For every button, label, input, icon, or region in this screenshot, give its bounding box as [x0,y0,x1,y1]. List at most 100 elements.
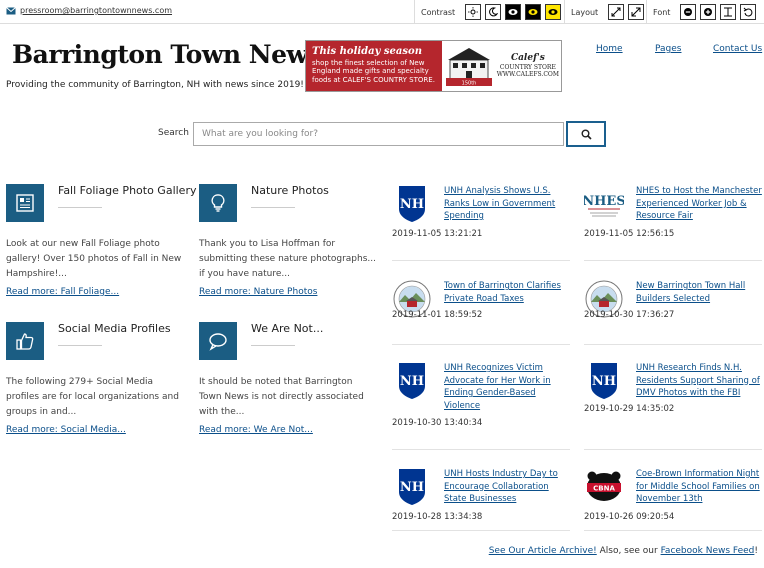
news-title-link[interactable]: Coe-Brown Information Night for Middle S… [636,469,760,504]
font-controls: Font [646,0,757,24]
contrast-night-button[interactable] [485,4,502,20]
news-item: CBNA Coe-Brown Information Night for Mid… [584,468,762,543]
eye-icon [508,9,518,15]
news-item: Town of Barrington Clarifies Private Roa… [392,280,570,355]
feature-icon-box[interactable] [199,184,237,222]
search-input[interactable] [193,122,564,146]
news-date: 2019-10-30 17:36:27 [584,310,675,320]
news-title-link[interactable]: NHES to Host the Manchester Experienced … [636,186,762,221]
feature-social-media: Social Media Profiles The following 279+… [6,322,186,442]
feature-description: Look at our new Fall Foliage photo galle… [6,239,182,279]
nav-home-link[interactable]: Home [596,44,623,54]
email-link[interactable]: pressroom@barringtontownnews.com [20,6,172,15]
ad-body: shop the finest selection of New England… [312,58,435,85]
feature-title[interactable]: We Are Not... [251,322,323,335]
search-icon [581,129,592,140]
nav-contact-link[interactable]: Contact Us [713,44,762,54]
feature-icon-box[interactable] [199,322,237,360]
layout-controls: Layout [564,0,645,24]
nav-item-home: Home [596,44,623,54]
font-increase-button[interactable] [700,4,717,20]
mail-icon [6,6,16,14]
svg-text:NHES: NHES [584,194,624,209]
feature-read-more-link[interactable]: Read more: Nature Photos [199,287,317,297]
svg-text:CBNA: CBNA [593,485,615,493]
feature-title[interactable]: Fall Foliage Photo Gallery [58,184,196,197]
news-divider [392,344,570,345]
contrast-dark-button[interactable] [505,4,522,20]
unh-shield-icon: NH [591,363,617,399]
feature-divider [58,207,102,208]
ad-brand-name: Calef's [510,53,545,64]
svg-text:NH: NH [400,374,424,389]
plus-circle-icon [704,8,713,16]
lightbulb-icon [211,194,225,212]
nav-item-pages: Pages [655,44,681,54]
font-label: Font [653,7,671,17]
ad-image-panel: 150th Calef's COUNTRY STORE WWW.CALEFS.C… [441,41,561,91]
layout-label: Layout [571,7,599,17]
unh-logo[interactable]: NH [392,185,432,223]
unh-shield-icon: NH [399,363,425,399]
news-divider [584,449,762,450]
svg-text:NH: NH [400,480,424,495]
nhes-logo-icon: NHES [584,194,624,217]
feature-read-more-link[interactable]: Read more: Social Media... [6,425,126,435]
font-reset-button[interactable] [740,4,757,20]
news-divider [584,260,762,261]
email-contact: pressroom@barringtontownnews.com [6,6,172,15]
feature-nature-photos: Nature Photos Thank you to Lisa Hoffman … [199,184,379,304]
unh-shield-icon: NH [399,186,425,222]
feature-read-more-link[interactable]: Read more: We Are Not... [199,425,313,435]
site-logo[interactable]: Barrington Town News [12,40,322,69]
calefs-ad-banner[interactable]: This holiday season shop the finest sele… [305,40,562,92]
font-decrease-button[interactable] [680,4,697,20]
feature-divider [58,345,102,346]
sun-icon [468,7,479,17]
feature-divider [251,207,295,208]
contrast-yellow-button[interactable] [545,4,562,20]
speech-bubble-icon [209,333,227,351]
nhes-logo[interactable]: NHES [584,185,624,223]
feature-title[interactable]: Social Media Profiles [58,322,171,335]
news-title-link[interactable]: Town of Barrington Clarifies Private Roa… [444,281,561,304]
news-divider [392,449,570,450]
news-title-link[interactable]: UNH Hosts Industry Day to Encourage Coll… [444,469,558,504]
feature-icon-box[interactable] [6,184,44,222]
contrast-dark-yellow-button[interactable] [525,4,542,20]
reset-icon [744,7,753,17]
footer-text: Also, see our [596,546,661,556]
search-button[interactable] [566,121,606,147]
contrast-controls: Contrast [414,0,562,24]
news-date: 2019-11-01 18:59:52 [392,310,483,320]
article-archive-link[interactable]: See Our Article Archive! [489,546,597,556]
eye-icon [528,9,538,15]
document-icon [16,194,34,212]
unh-logo[interactable]: NH [392,468,432,506]
coe-brown-logo[interactable]: CBNA [584,468,624,506]
feature-title[interactable]: Nature Photos [251,184,329,197]
top-utility-bar: pressroom@barringtontownnews.com Contras… [0,0,764,24]
news-title-link[interactable]: UNH Research Finds N.H. Residents Suppor… [636,363,760,398]
text-height-icon [724,7,733,17]
news-divider [584,344,762,345]
news-title-link[interactable]: New Barrington Town Hall Builders Select… [636,281,745,304]
news-title-link[interactable]: UNH Recognizes Victim Advocate for Her W… [444,363,551,411]
news-item: NH UNH Recognizes Victim Advocate for He… [392,362,570,450]
thumbs-up-icon [16,333,34,350]
nav-pages-link[interactable]: Pages [655,44,681,54]
feature-icon-box[interactable] [6,322,44,360]
ad-text-panel: This holiday season shop the finest sele… [306,41,442,91]
news-date: 2019-10-26 09:20:54 [584,512,675,522]
unh-shield-icon: NH [399,469,425,505]
unh-logo[interactable]: NH [392,362,432,400]
layout-expand-button[interactable] [628,4,645,20]
contrast-light-button[interactable] [465,4,482,20]
unh-logo[interactable]: NH [584,362,624,400]
facebook-feed-link[interactable]: Facebook News Feed [661,546,755,556]
font-size-button[interactable] [720,4,737,20]
news-title-link[interactable]: UNH Analysis Shows U.S. Ranks Low in Gov… [444,186,555,221]
news-date: 2019-11-05 13:21:21 [392,229,483,239]
layout-compress-button[interactable] [608,4,625,20]
feature-read-more-link[interactable]: Read more: Fall Foliage... [6,287,119,297]
